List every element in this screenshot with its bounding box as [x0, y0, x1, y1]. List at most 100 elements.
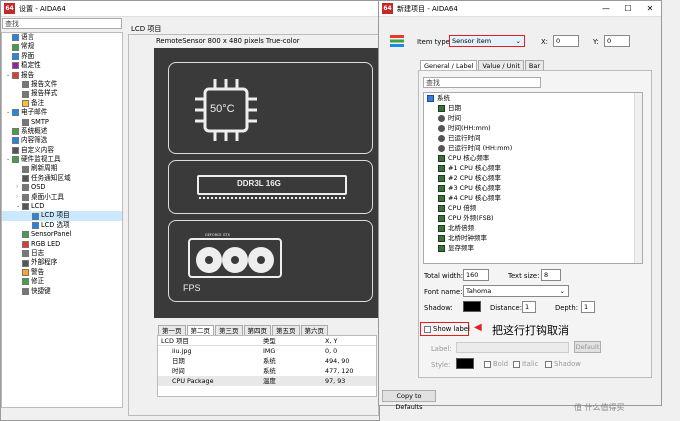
- col-header[interactable]: X, Y: [325, 336, 375, 345]
- tree-item-label: 界面: [21, 51, 35, 60]
- sensor-list-item[interactable]: 时间(HH:mm): [424, 123, 642, 133]
- tree-item[interactable]: SMTP: [2, 118, 122, 127]
- checkbox-box[interactable]: [424, 325, 431, 333]
- tree-item[interactable]: 语言: [2, 33, 122, 42]
- sensor-list[interactable]: 系统 日期 时间 时间(HH:mm) 已运行时间 已运行时间 (HH:mm) CPU 核心频…: [423, 92, 643, 264]
- tree-item[interactable]: ⌄ 硬件监视工具: [2, 155, 122, 164]
- sensor-search-input[interactable]: 查找: [423, 77, 541, 88]
- lcd-items-table[interactable]: LCD 项目 类型 X, Y iiu.jpg IMG 0, 0 日期 系统 494, 90…: [157, 335, 377, 397]
- close-icon[interactable]: ✕: [639, 1, 661, 17]
- dialog-tab[interactable]: General / Label: [420, 60, 478, 70]
- tree-item[interactable]: SensorPanel: [2, 230, 122, 239]
- tree-item[interactable]: 自定义内容: [2, 146, 122, 155]
- sensor-list-item[interactable]: 时间: [424, 113, 642, 123]
- sensor-list-item[interactable]: #3 CPU 核心频率: [424, 183, 642, 193]
- style-color-swatch[interactable]: [456, 358, 474, 369]
- tree-item[interactable]: 常规: [2, 42, 122, 51]
- sensor-list-item[interactable]: #4 CPU 核心频率: [424, 193, 642, 203]
- col-header[interactable]: LCD 项目: [158, 336, 263, 345]
- sensor-list-item[interactable]: 北桥时钟频率: [424, 233, 642, 243]
- table-row[interactable]: 日期 系统 494, 90: [158, 356, 376, 366]
- page-tab[interactable]: 第二页: [186, 325, 214, 335]
- x-label: X:: [541, 38, 548, 46]
- tree-item[interactable]: 刷新周期: [2, 164, 122, 173]
- distance-input[interactable]: 1: [522, 301, 536, 313]
- tree-item[interactable]: 系统概述: [2, 127, 122, 136]
- font-name-select[interactable]: Tahoma ⌄: [463, 285, 569, 297]
- settings-tree[interactable]: 语言 常规 界面 稳定性 ⌄ 报告 报告文件 报告样式 备注 ⌄ 电子邮件 SMTP 系统概述 内容筛选自…: [1, 32, 123, 408]
- tree-item[interactable]: RGB LED: [2, 240, 122, 249]
- page-tab[interactable]: 第四页: [243, 325, 271, 335]
- tree-item[interactable]: 报告样式: [2, 89, 122, 98]
- sensor-list-item[interactable]: 已运行时间 (HH:mm): [424, 143, 642, 153]
- dialog-tab[interactable]: Value / Unit: [478, 60, 524, 70]
- checkbox-box[interactable]: [484, 360, 491, 368]
- col-header[interactable]: 类型: [263, 336, 325, 345]
- table-row[interactable]: 时间 系统 477, 120: [158, 366, 376, 376]
- tree-item[interactable]: 报告文件: [2, 80, 122, 89]
- y-input[interactable]: 0: [604, 35, 630, 47]
- sensor-list-item[interactable]: #2 CPU 核心频率: [424, 173, 642, 183]
- sensor-list-item[interactable]: #1 CPU 核心频率: [424, 163, 642, 173]
- copy-to-defaults-button[interactable]: Copy to Defaults: [382, 390, 436, 411]
- page-tab[interactable]: 第五页: [272, 325, 300, 335]
- tree-search-input[interactable]: 查找: [2, 18, 122, 29]
- italic-checkbox[interactable]: Italic: [513, 360, 538, 368]
- fps-label: FPS: [183, 283, 201, 293]
- show-label-checkbox[interactable]: Show label: [420, 322, 470, 336]
- list-scrollbar[interactable]: [634, 93, 642, 263]
- tree-item[interactable]: 修正: [2, 277, 122, 286]
- total-width-label: Total width:: [424, 272, 464, 280]
- tree-item[interactable]: LCD 项目: [2, 211, 122, 221]
- minimize-icon[interactable]: —: [595, 1, 617, 17]
- checkbox-box[interactable]: [545, 360, 552, 368]
- tree-item[interactable]: 日志: [2, 249, 122, 258]
- bold-checkbox[interactable]: Bold: [484, 360, 508, 368]
- dialog-tabs[interactable]: General / Label Value / Unit Bar: [420, 60, 545, 70]
- tree-item[interactable]: LCD 选项: [2, 221, 122, 230]
- table-row[interactable]: CPU Package 温度 97, 93: [158, 376, 376, 386]
- sensor-list-item[interactable]: 北桥倍频: [424, 223, 642, 233]
- tree-item[interactable]: ⌄ 报告: [2, 71, 122, 80]
- tree-item[interactable]: ⌄ LCD: [2, 202, 122, 211]
- tree-item[interactable]: 快捷键: [2, 287, 122, 296]
- sensor-list-item[interactable]: CPU 核心频率: [424, 153, 642, 163]
- default-button[interactable]: Default: [574, 341, 601, 353]
- tree-item[interactable]: 外部程序: [2, 258, 122, 267]
- page-tab[interactable]: 第一页: [158, 325, 186, 335]
- total-width-input[interactable]: 160: [463, 269, 489, 281]
- tree-item[interactable]: 备注: [2, 99, 122, 108]
- tree-item-icon: [22, 240, 29, 248]
- show-label-text: Show label: [433, 325, 470, 333]
- tree-item-icon: [12, 146, 19, 154]
- tree-item[interactable]: 稳定性: [2, 61, 122, 70]
- maximize-icon[interactable]: ☐: [617, 1, 639, 17]
- text-size-input[interactable]: 8: [541, 269, 561, 281]
- table-row[interactable]: iiu.jpg IMG 0, 0: [158, 346, 376, 356]
- checkbox-box[interactable]: [513, 360, 520, 368]
- tree-item[interactable]: 警告: [2, 268, 122, 277]
- sensor-list-item[interactable]: 已运行时间: [424, 133, 642, 143]
- tree-item[interactable]: › 桌面小工具: [2, 193, 122, 202]
- x-input[interactable]: 0: [553, 35, 579, 47]
- tree-item[interactable]: 界面: [2, 52, 122, 61]
- shadow-color-swatch[interactable]: [463, 301, 481, 312]
- page-tabs[interactable]: 第一页 第二页 第三页 第四页 第五页 第六页: [158, 325, 329, 335]
- tree-item[interactable]: › OSD: [2, 183, 122, 192]
- sensor-list-item[interactable]: 系统: [424, 93, 642, 103]
- tree-item[interactable]: 内容筛选: [2, 136, 122, 145]
- label-input[interactable]: [456, 342, 569, 353]
- sensor-list-item[interactable]: 显存频率: [424, 243, 642, 253]
- item-type-select[interactable]: Sensor item ⌄: [449, 35, 525, 47]
- page-tab[interactable]: 第六页: [300, 325, 328, 335]
- tree-item[interactable]: 任务通知区域: [2, 174, 122, 183]
- sensor-list-item[interactable]: CPU 外频(FSB): [424, 213, 642, 223]
- dialog-tab[interactable]: Bar: [524, 60, 545, 70]
- shadow-checkbox[interactable]: Shadow: [545, 360, 581, 368]
- tree-item[interactable]: ⌄ 电子邮件: [2, 108, 122, 117]
- depth-input[interactable]: 1: [581, 301, 595, 313]
- sensor-list-item[interactable]: 日期: [424, 103, 642, 113]
- depth-label: Depth:: [555, 304, 578, 312]
- page-tab[interactable]: 第三页: [215, 325, 243, 335]
- sensor-list-item[interactable]: CPU 倍频: [424, 203, 642, 213]
